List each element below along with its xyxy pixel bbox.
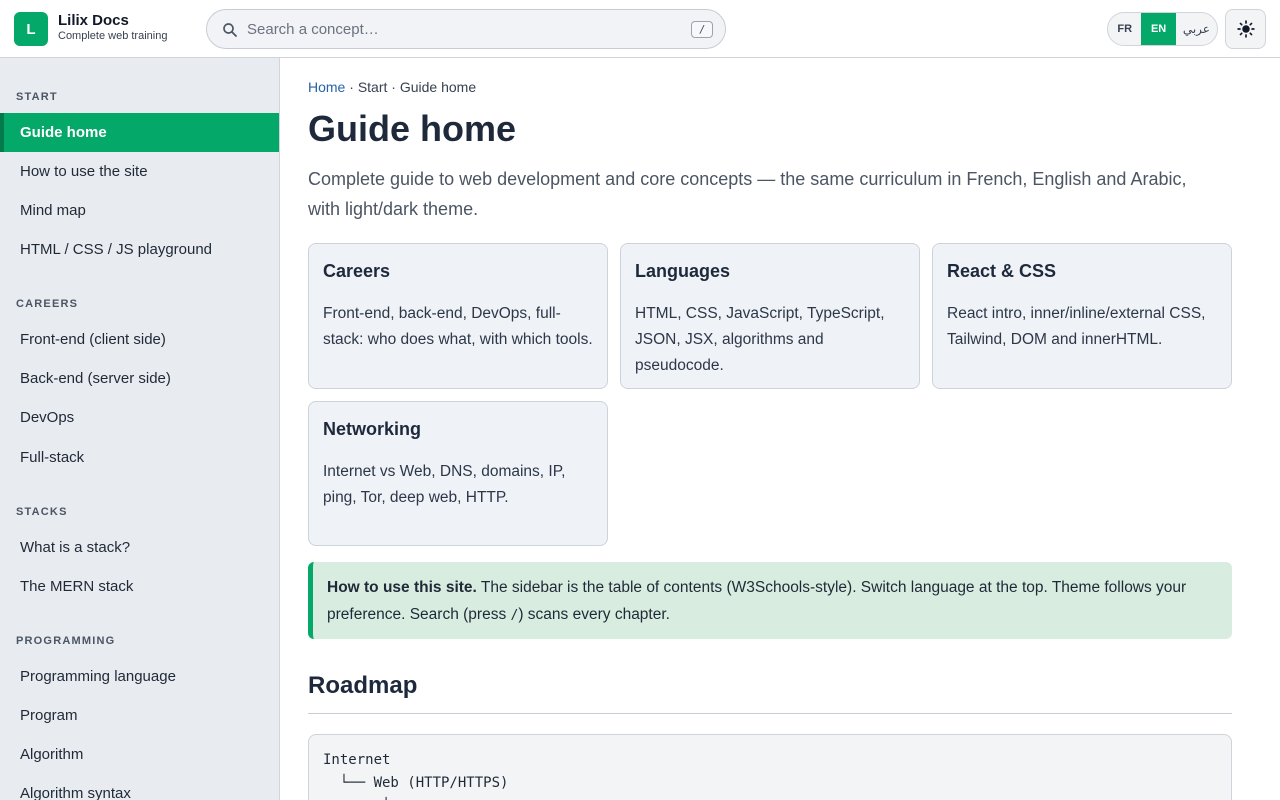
language-ar-button[interactable]: عربي xyxy=(1176,13,1217,45)
card-title: Languages xyxy=(635,261,731,281)
language-fr-button[interactable]: FR xyxy=(1108,13,1141,45)
sidebar-item-full-stack[interactable]: Full-stack xyxy=(0,438,279,477)
sidebar-item-devops[interactable]: DevOps xyxy=(0,398,279,437)
card-careers[interactable]: Careers Front-end, back-end, DevOps, ful… xyxy=(308,243,608,389)
how-to-use-callout: How to use this site. The sidebar is the… xyxy=(308,562,1232,639)
language-switcher: FR EN عربي xyxy=(1107,12,1218,46)
code-line: Internet xyxy=(323,752,391,768)
sidebar-item-program[interactable]: Program xyxy=(0,696,279,735)
search-box[interactable]: / xyxy=(206,9,726,49)
roadmap-heading: Roadmap xyxy=(308,672,418,699)
card-react-css[interactable]: React & CSS React intro, inner/inline/ex… xyxy=(932,243,1232,389)
brand-tagline: Complete web training xyxy=(58,30,168,42)
sidebar: START Guide home How to use the site Min… xyxy=(0,58,280,800)
logo[interactable]: L xyxy=(14,12,48,46)
code-line: │ xyxy=(323,795,1217,800)
card-text: Internet vs Web, DNS, domains, IP, ping,… xyxy=(323,463,566,506)
breadcrumb: Home · Start · Guide home xyxy=(308,79,476,95)
code-line: └── Web (HTTP/HTTPS) xyxy=(323,775,509,791)
breadcrumb-separator: · xyxy=(345,79,358,95)
sidebar-item-how-to-use[interactable]: How to use the site xyxy=(0,152,279,191)
card-title: Careers xyxy=(323,261,391,281)
top-header: L Lilix Docs Complete web training / FR … xyxy=(0,0,1280,58)
card-text: React intro, inner/inline/external CSS, … xyxy=(947,305,1206,348)
search-shortcut-key: / xyxy=(691,21,713,38)
theme-toggle-button[interactable] xyxy=(1225,9,1266,49)
card-languages[interactable]: Languages HTML, CSS, JavaScript, TypeScr… xyxy=(620,243,920,389)
sidebar-item-front-end[interactable]: Front-end (client side) xyxy=(0,320,279,359)
brand-name[interactable]: Lilix Docs xyxy=(58,12,129,29)
main-content: Home · Start · Guide home Guide home Com… xyxy=(280,58,1280,800)
language-en-button[interactable]: EN xyxy=(1141,13,1176,45)
sidebar-item-what-is-stack[interactable]: What is a stack? xyxy=(0,528,279,567)
breadcrumb-separator: · xyxy=(387,79,400,95)
sidebar-item-mern-stack[interactable]: The MERN stack xyxy=(0,567,279,606)
roadmap-code-block: Internet └── Web (HTTP/HTTPS) │ xyxy=(308,734,1232,800)
sidebar-item-playground[interactable]: HTML / CSS / JS playground xyxy=(0,230,279,269)
sidebar-item-algorithm-syntax[interactable]: Algorithm syntax xyxy=(0,774,279,800)
sidebar-section-careers: CAREERS xyxy=(16,298,79,310)
card-text: Front-end, back-end, DevOps, full-stack:… xyxy=(323,305,593,348)
sun-icon xyxy=(1236,20,1255,38)
card-networking[interactable]: Networking Internet vs Web, DNS, domains… xyxy=(308,401,608,546)
sidebar-section-start: START xyxy=(16,91,58,103)
sidebar-section-programming: PROGRAMMING xyxy=(16,635,116,647)
card-text: HTML, CSS, JavaScript, TypeScript, JSON,… xyxy=(635,305,885,374)
breadcrumb-current: Guide home xyxy=(399,79,477,95)
sidebar-item-guide-home[interactable]: Guide home xyxy=(0,113,279,152)
heading-divider xyxy=(308,713,1232,714)
sidebar-item-mind-map[interactable]: Mind map xyxy=(0,191,279,230)
search-input[interactable] xyxy=(247,18,677,40)
page-title: Guide home xyxy=(308,108,517,149)
card-title: React & CSS xyxy=(947,261,1057,281)
breadcrumb-section: Start xyxy=(357,79,388,95)
intro-paragraph: Complete guide to web development and co… xyxy=(308,169,1187,219)
search-icon xyxy=(223,23,237,37)
sidebar-item-algorithm[interactable]: Algorithm xyxy=(0,735,279,774)
sidebar-item-back-end[interactable]: Back-end (server side) xyxy=(0,359,279,398)
breadcrumb-home-link[interactable]: Home xyxy=(308,79,345,95)
callout-text-end: ) scans every chapter. xyxy=(518,606,670,623)
callout-heading: How to use this site. xyxy=(327,579,477,596)
sidebar-section-stacks: STACKS xyxy=(16,506,68,518)
sidebar-item-programming-language[interactable]: Programming language xyxy=(0,657,279,696)
card-title: Networking xyxy=(323,419,422,439)
